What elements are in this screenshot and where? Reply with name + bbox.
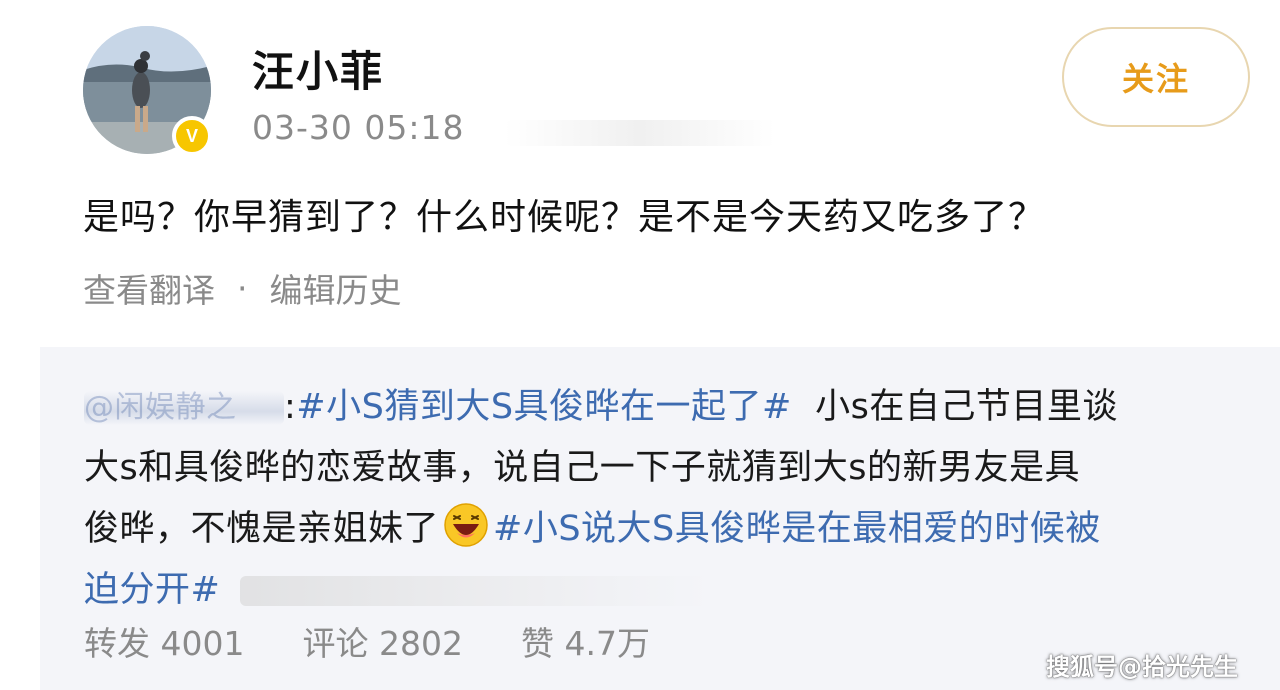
like-count: 4.7万: [564, 624, 650, 663]
topic-link-2-continued[interactable]: 迫分开#: [84, 570, 220, 610]
repost-text: @闲娱静之:#小S猜到大S具俊晔在一起了# 小s在自己节目里谈 大s和具俊晔的恋…: [84, 377, 1244, 621]
comment-count-button[interactable]: 评论 2802: [302, 617, 462, 665]
redacted-text: [240, 576, 711, 606]
weibo-post: V 汪小菲 03-30 05:18 关注 是吗？你早猜到了？什么时候呢？是不是今…: [0, 0, 1280, 690]
repost-count-button[interactable]: 转发 4001: [84, 617, 244, 665]
watermark: 搜狐号@拾光先生: [1046, 653, 1238, 681]
like-count-button[interactable]: 赞 4.7万: [521, 617, 650, 665]
repost-line3-text: 俊晔，不愧是亲姐妹了: [84, 509, 440, 549]
repost-line1-text: 小s在自己节目里谈: [815, 387, 1118, 427]
mention-colon: :: [284, 387, 297, 427]
meta-separator: ·: [237, 268, 248, 308]
repost-stats: 转发 4001 评论 2802 赞 4.7万: [84, 617, 708, 665]
repost-label: 转发: [84, 624, 150, 663]
topic-link-1[interactable]: #小S猜到大S具俊晔在一起了#: [296, 387, 792, 427]
post-timestamp: 03-30 05:18: [252, 108, 465, 147]
post-meta-actions: 查看翻译 · 编辑历史: [83, 264, 402, 312]
repost-line2-text: 大s和具俊晔的恋爱故事，说自己一下子就猜到大s的新男友是具: [84, 448, 1080, 488]
author-mention-link[interactable]: @闲娱静之: [84, 391, 284, 425]
repost-count: 4001: [160, 624, 245, 663]
repost-line-1: @闲娱静之:#小S猜到大S具俊晔在一起了# 小s在自己节目里谈: [84, 377, 1244, 438]
topic-link-2[interactable]: #小S说大S具俊晔是在最相爱的时候被: [493, 509, 1101, 549]
verified-badge-icon: V: [172, 116, 212, 156]
comment-count: 2802: [378, 624, 463, 663]
redacted-source: [505, 120, 775, 146]
username[interactable]: 汪小菲: [252, 38, 384, 99]
like-label: 赞: [520, 624, 554, 663]
repost-line-2: 大s和具俊晔的恋爱故事，说自己一下子就猜到大s的新男友是具: [84, 438, 1244, 499]
follow-button[interactable]: 关注: [1062, 27, 1250, 127]
laughing-emoji-icon: [443, 502, 489, 548]
repost-line-4: 迫分开#: [84, 560, 1244, 621]
post-text: 是吗？你早猜到了？什么时候呢？是不是今天药又吃多了？: [83, 197, 1046, 238]
repost-line-3: 俊晔，不愧是亲姐妹了 #小S说大S具俊晔是在最相爱的时候被: [84, 499, 1244, 560]
edit-history-link[interactable]: 编辑历史: [270, 264, 402, 312]
view-translation-link[interactable]: 查看翻译: [83, 264, 215, 312]
comment-label: 评论: [302, 624, 369, 663]
reposted-content[interactable]: @闲娱静之:#小S猜到大S具俊晔在一起了# 小s在自己节目里谈 大s和具俊晔的恋…: [40, 347, 1280, 690]
